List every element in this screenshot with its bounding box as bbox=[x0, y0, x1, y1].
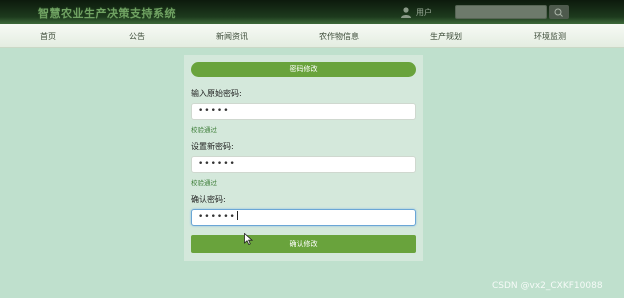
main-nav: 首页 公告 新闻资讯 农作物信息 生产规划 环境监测 bbox=[0, 24, 624, 48]
old-password-input[interactable]: ••••• bbox=[191, 103, 416, 120]
mouse-cursor-icon bbox=[244, 233, 253, 245]
nav-item-production-plan[interactable]: 生产规划 bbox=[430, 31, 462, 42]
nav-item-home[interactable]: 首页 bbox=[40, 31, 56, 42]
watermark: CSDN @vx2_CXKF10088 bbox=[492, 281, 603, 291]
nav-item-notice[interactable]: 公告 bbox=[129, 31, 145, 42]
search-button[interactable] bbox=[549, 5, 569, 19]
old-password-label: 输入原始密码: bbox=[191, 89, 242, 98]
new-password-validation: 校验通过 bbox=[191, 179, 217, 187]
user-icon[interactable] bbox=[400, 6, 412, 18]
top-header: 智慧农业生产决策支持系统 用户 bbox=[0, 0, 624, 24]
confirm-password-value: •••••• bbox=[198, 212, 236, 222]
search-input[interactable] bbox=[455, 5, 547, 19]
nav-item-crop-info[interactable]: 农作物信息 bbox=[319, 31, 359, 42]
old-password-validation: 校验通过 bbox=[191, 126, 217, 134]
confirm-password-input[interactable]: •••••• bbox=[191, 209, 416, 226]
new-password-input[interactable]: •••••• bbox=[191, 156, 416, 173]
nav-item-news[interactable]: 新闻资讯 bbox=[216, 31, 248, 42]
text-caret bbox=[236, 211, 238, 220]
panel-title: 密码修改 bbox=[191, 62, 416, 77]
confirm-change-button[interactable]: 确认修改 bbox=[191, 235, 416, 253]
confirm-password-label: 确认密码: bbox=[191, 195, 226, 204]
search-icon bbox=[554, 8, 563, 17]
site-title: 智慧农业生产决策支持系统 bbox=[38, 7, 176, 20]
new-password-label: 设置新密码: bbox=[191, 142, 234, 151]
nav-item-environment[interactable]: 环境监测 bbox=[534, 31, 566, 42]
password-change-panel: 密码修改 输入原始密码: ••••• 校验通过 设置新密码: •••••• 校验… bbox=[184, 55, 423, 261]
login-link[interactable]: 用户 bbox=[416, 7, 432, 18]
